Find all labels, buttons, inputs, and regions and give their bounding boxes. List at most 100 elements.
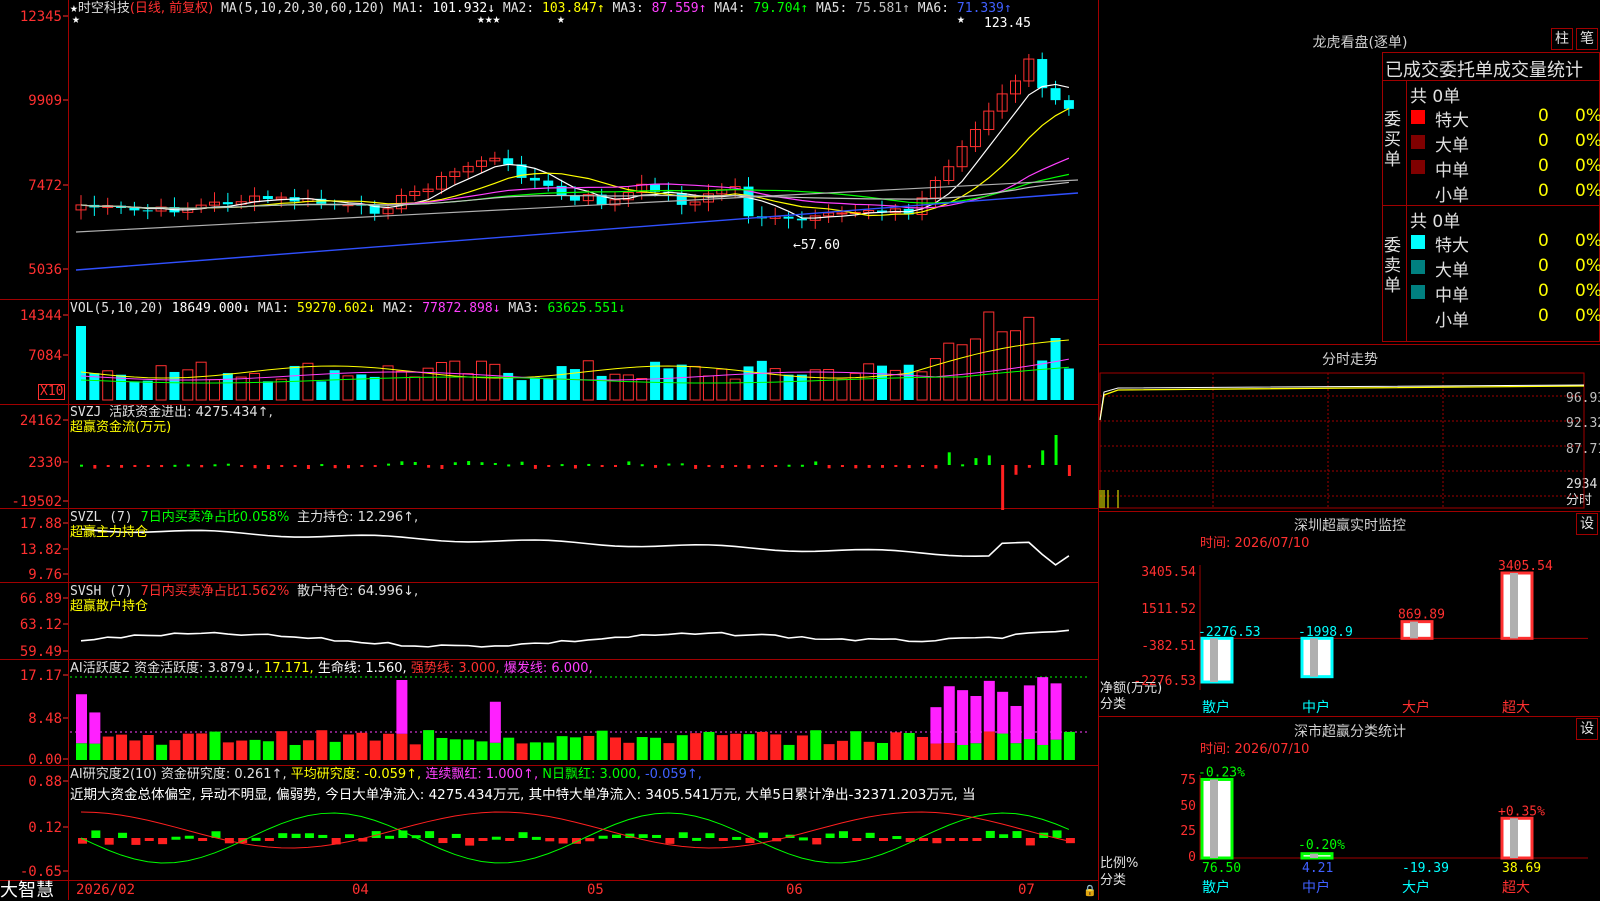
vol-ma-key: MA1: xyxy=(250,301,290,316)
chart-mark xyxy=(76,694,87,744)
chart-mark xyxy=(796,218,807,221)
chart-mark xyxy=(280,465,284,467)
chart-mark xyxy=(196,733,208,760)
chart-mark xyxy=(516,380,527,400)
lock-icon[interactable]: 🔒 xyxy=(1083,884,1097,898)
chart-mark xyxy=(80,528,1070,566)
chart-mark xyxy=(663,368,674,400)
szfl-value: 4.21 xyxy=(1302,861,1333,876)
chart-mark xyxy=(1037,59,1048,89)
date-tick: 04 xyxy=(352,882,369,898)
chart-mark xyxy=(449,739,461,760)
vol-ma-values: MA1: 59270.602↓ MA2: 77872.898↓ MA3: 636… xyxy=(250,301,626,316)
date-tick: 07 xyxy=(1018,882,1035,898)
chart-mark xyxy=(716,368,728,401)
ma6-line xyxy=(75,192,1079,271)
chart-mark xyxy=(694,465,698,469)
star-mark: ★ xyxy=(557,12,565,27)
chart-mark xyxy=(236,740,248,760)
chart-mark xyxy=(730,733,742,760)
y-tick-label: 0.00 xyxy=(28,752,62,768)
chart-mark xyxy=(997,691,1009,734)
right-charts: -2276.53 散户 -1998.9 中户 869.89 大户 3405.54 超大 76.5… xyxy=(1099,372,1588,896)
chart-mark xyxy=(146,465,150,467)
ai1-b: 17.171, xyxy=(264,661,314,676)
svsh-a: 7日内买卖净占比1.562% xyxy=(140,584,290,599)
chart-mark xyxy=(1067,465,1071,477)
chart-mark xyxy=(969,338,981,401)
chart-mark xyxy=(825,833,835,838)
szfl-bar-shade xyxy=(1210,779,1218,858)
chart-mark xyxy=(306,465,310,469)
chart-mark xyxy=(1023,316,1035,401)
kline-chart[interactable] xyxy=(0,0,1098,900)
chart-mark xyxy=(957,690,969,745)
chart-mark xyxy=(198,838,208,841)
chart-mark xyxy=(333,465,337,469)
chart-mark xyxy=(395,370,407,401)
chart-mark xyxy=(690,733,702,760)
chart-mark xyxy=(289,744,301,760)
vol-unit-badge[interactable]: X10 xyxy=(38,384,66,400)
chart-mark xyxy=(1041,450,1045,465)
chart-mark xyxy=(921,465,925,467)
y-tick-label: 24162 xyxy=(19,413,62,429)
chart-mark xyxy=(262,741,274,760)
chart-mark xyxy=(774,465,778,467)
chart-mark xyxy=(184,835,194,839)
chart-mark xyxy=(102,736,114,760)
brand-logo[interactable]: 大智慧 xyxy=(0,881,54,900)
chart-mark xyxy=(720,465,724,469)
chart-mark xyxy=(865,832,875,838)
chart-mark xyxy=(293,465,297,467)
ma-key: MA4: xyxy=(706,1,746,16)
chart-mark xyxy=(1063,731,1075,760)
svzj-header: SVZJ 活跃资金进出: 4275.434↑, xyxy=(70,406,273,420)
chart-mark xyxy=(796,374,807,400)
chart-mark xyxy=(213,464,217,467)
chart-mark xyxy=(836,378,848,401)
chart-mark xyxy=(970,695,982,744)
chart-mark xyxy=(957,744,969,760)
vol-header: VOL(5,10,20) 18649.000↓ MA1: 59270.602↓ … xyxy=(70,302,626,316)
szfl-bar-shade xyxy=(1510,818,1518,858)
chart-mark xyxy=(489,742,501,760)
y-tick-label: 0.88 xyxy=(28,774,62,790)
y-tick-label: 7472 xyxy=(28,178,62,194)
chart-mark xyxy=(373,465,377,467)
chart-mark xyxy=(409,744,421,760)
chart-mark xyxy=(356,732,368,760)
chart-mark xyxy=(171,836,181,840)
chart-mark xyxy=(640,464,644,467)
chart-mark xyxy=(836,740,848,760)
ai2-head: AI研究度2(10) xyxy=(70,767,157,782)
main-chart-header: ★时空科技(日线, 前复权) MA(5,10,20,30,60,120) MA1… xyxy=(70,2,1012,16)
chart-mark xyxy=(518,832,528,838)
chart-mark xyxy=(343,734,354,760)
chart-mark xyxy=(569,737,581,760)
chart-mark xyxy=(943,686,955,743)
chart-mark xyxy=(195,361,207,401)
chart-mark xyxy=(585,838,595,842)
chart-mark xyxy=(529,177,540,181)
chart-mark xyxy=(200,465,204,468)
chart-mark xyxy=(798,837,808,841)
chart-mark xyxy=(169,740,181,760)
chart-mark xyxy=(80,629,1069,648)
chart-mark xyxy=(814,461,818,465)
vol-ma-key: MA3: xyxy=(500,301,540,316)
chart-mark xyxy=(262,381,273,400)
chart-mark xyxy=(302,740,314,760)
svsh-sub: 超赢散户持仓 xyxy=(70,599,149,614)
y-tick-label: -19502 xyxy=(11,494,62,510)
chart-mark xyxy=(144,838,154,841)
chart-mark xyxy=(783,374,794,400)
chart-mark xyxy=(264,838,274,841)
chart-mode[interactable]: (日线, 前复权) xyxy=(130,1,213,16)
chart-mark xyxy=(116,734,128,760)
chart-mark xyxy=(650,737,662,760)
chart-mark xyxy=(676,193,687,205)
chart-mark xyxy=(106,465,110,467)
chart-mark xyxy=(854,465,858,469)
ma-key: MA6: xyxy=(909,1,950,16)
